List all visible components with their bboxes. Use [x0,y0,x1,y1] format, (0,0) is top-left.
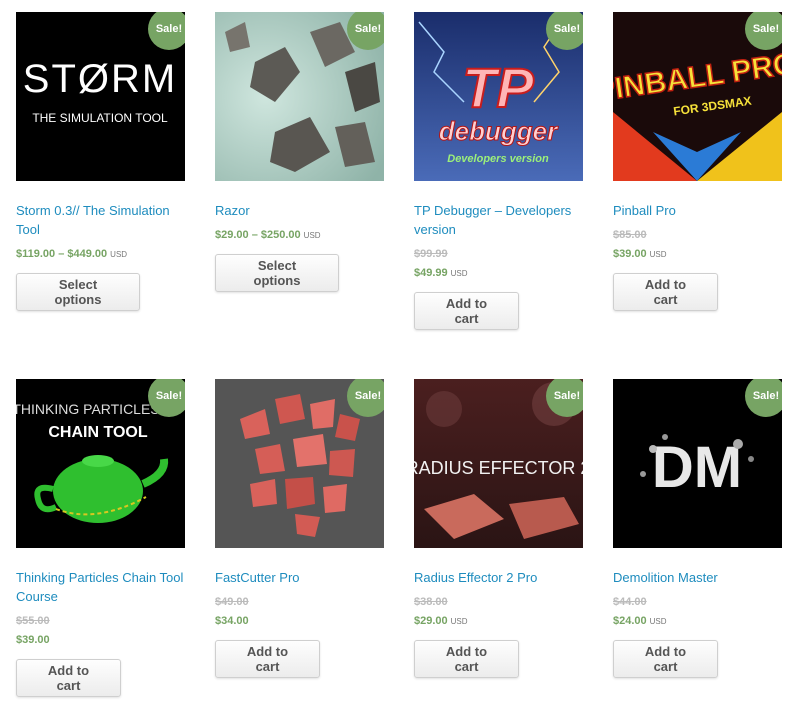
price: $119.00 – $449.00 USD [16,245,186,264]
product-title-link[interactable]: Demolition Master [613,568,788,587]
product-card-chain-tool: THINKING PARTICLES CHAIN TOOL Sale! Thin… [16,379,186,697]
product-card-tp-debugger: TP debugger Developers version Sale! TP … [414,12,584,330]
product-thumbnail[interactable]: DM Sale! [613,379,782,548]
price: $44.00 $24.00 USD [613,593,783,631]
add-to-cart-button[interactable]: Add to cart [613,273,718,311]
price-regular: $38.00 [414,596,448,608]
currency-label: USD [450,617,468,626]
product-card-storm: STØRM THE SIMULATION TOOL Sale! Storm 0.… [16,12,186,311]
product-card-radius-effector: RADIUS EFFECTOR 2 Sale! Radius Effector … [414,379,584,678]
price: $55.00 $39.00 [16,612,186,650]
product-title-link[interactable]: Pinball Pro [613,201,788,220]
product-title-link[interactable]: Razor [215,201,390,220]
thumb-subtext: CHAIN TOOL [48,424,147,441]
product-thumbnail[interactable]: Sale! [215,379,384,548]
product-thumbnail[interactable]: TP debugger Developers version Sale! [414,12,583,181]
currency-label: USD [649,617,667,626]
thumb-caption: Developers version [447,153,549,165]
price-regular: $99.99 [414,248,448,260]
product-title-link[interactable]: Radius Effector 2 Pro [414,568,589,587]
thumb-text: DM [652,435,742,500]
add-to-cart-button[interactable]: Add to cart [414,292,519,330]
price-sale: $39.00 [613,248,647,260]
add-to-cart-button[interactable]: Add to cart [215,640,320,678]
thumb-text: STØRM [23,57,177,101]
price: $99.99 $49.99 USD [414,245,584,283]
product-title-link[interactable]: FastCutter Pro [215,568,390,587]
product-card-fastcutter-pro: Sale! FastCutter Pro $49.00 $34.00 Add t… [215,379,385,678]
product-thumbnail[interactable]: PINBALL PRO FOR 3DSMAX Sale! [613,12,782,181]
price-high: $250.00 [260,229,301,241]
thumb-subtext: THE SIMULATION TOOL [32,111,168,125]
price-sale: $29.00 [414,615,448,627]
price: $85.00 $39.00 USD [613,226,783,264]
select-options-button[interactable]: Select options [16,273,140,311]
currency-label: USD [649,250,667,259]
price-regular: $85.00 [613,229,647,241]
price-sale: $24.00 [613,615,647,627]
thumb-text: TP [462,56,534,119]
product-thumbnail[interactable]: THINKING PARTICLES CHAIN TOOL Sale! [16,379,185,548]
price-high: $449.00 [67,248,108,260]
product-card-razor: Sale! Razor $29.00 – $250.00 USD Select o… [215,12,385,292]
product-title-link[interactable]: Storm 0.3// The Simulation Tool [16,201,191,239]
product-thumbnail[interactable]: Sale! [215,12,384,181]
product-title-link[interactable]: TP Debugger – Developers version [414,201,589,239]
price-regular: $55.00 [16,615,50,627]
product-thumbnail[interactable]: STØRM THE SIMULATION TOOL Sale! [16,12,185,181]
product-title-link[interactable]: Thinking Particles Chain Tool Course [16,568,191,606]
price-sale: $49.99 [414,267,448,279]
currency-label: USD [303,231,321,240]
currency-label: USD [450,269,468,278]
product-card-pinball-pro: PINBALL PRO FOR 3DSMAX Sale! Pinball Pro… [613,12,783,311]
thumb-subtext: debugger [439,116,559,146]
add-to-cart-button[interactable]: Add to cart [414,640,519,678]
select-options-button[interactable]: Select options [215,254,339,292]
add-to-cart-button[interactable]: Add to cart [16,659,121,697]
price-regular: $44.00 [613,596,647,608]
product-card-demolition-master: DM Sale! Demolition Master $44.00 $24.00… [613,379,783,678]
price: $38.00 $29.00 USD [414,593,584,631]
price: $49.00 $34.00 [215,593,385,631]
product-thumbnail[interactable]: RADIUS EFFECTOR 2 Sale! [414,379,583,548]
price-dash: – [251,229,258,241]
currency-label: USD [110,250,128,259]
thumb-text: RADIUS EFFECTOR 2 [414,458,583,478]
price-regular: $49.00 [215,596,249,608]
price-low: $29.00 [215,229,249,241]
add-to-cart-button[interactable]: Add to cart [613,640,718,678]
price: $29.00 – $250.00 USD [215,226,385,245]
price-sale: $39.00 [16,634,50,646]
price-dash: – [58,248,65,260]
price-low: $119.00 [16,248,56,260]
thumb-text: THINKING PARTICLES [16,401,160,417]
price-sale: $34.00 [215,615,249,627]
